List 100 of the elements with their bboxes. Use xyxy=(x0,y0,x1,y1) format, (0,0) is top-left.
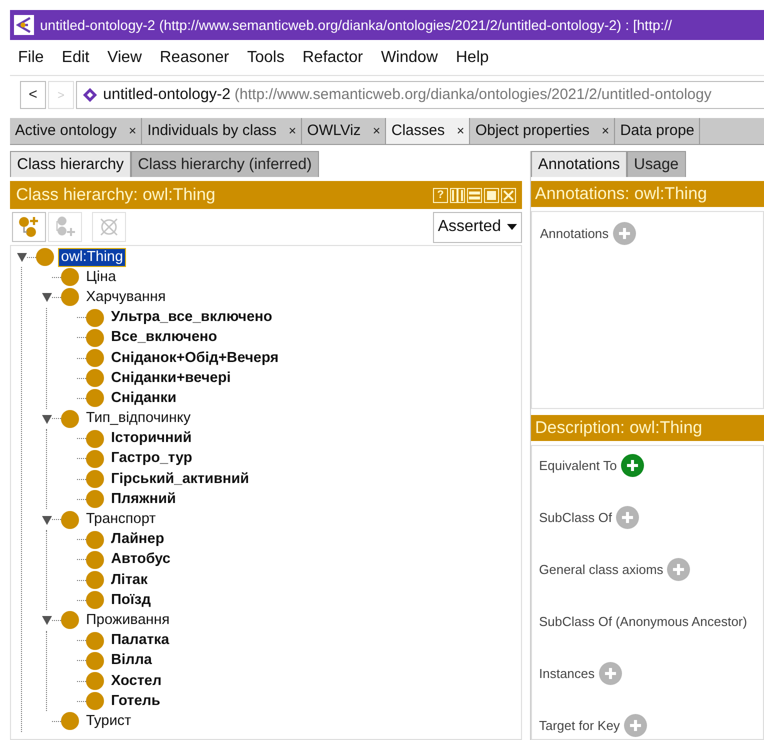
ontology-iri-field[interactable]: untitled-ontology-2 (http://www.semanticweb.org/dianka/ontologies/2021/2/untitled-ontology xyxy=(76,81,764,109)
plus-icon xyxy=(620,510,634,524)
split-icon[interactable] xyxy=(450,188,465,202)
section-label: Instances xyxy=(539,664,595,683)
class-icon xyxy=(86,591,104,610)
maximize-icon[interactable] xyxy=(484,188,499,202)
menu-item[interactable]: File xyxy=(18,46,44,70)
tree-item[interactable]: Історичний xyxy=(109,430,194,448)
class-icon xyxy=(86,450,104,468)
delete-node-icon xyxy=(98,216,120,238)
tab-close-button[interactable]: × xyxy=(288,121,296,141)
class-icon xyxy=(36,248,54,266)
expand-triangle-icon[interactable] xyxy=(42,292,52,302)
expand-triangle-icon[interactable] xyxy=(42,514,52,525)
tree-item[interactable]: Турист xyxy=(84,712,134,730)
tree-item[interactable]: Літак xyxy=(109,572,150,589)
add-button[interactable] xyxy=(598,662,622,685)
toolbar-button[interactable] xyxy=(12,212,46,242)
plus-icon xyxy=(628,718,642,732)
section-label: Target for Key xyxy=(539,716,620,735)
minimize-icon[interactable] xyxy=(467,188,482,202)
back-button[interactable]: < xyxy=(20,81,46,109)
section-label: General class axioms xyxy=(539,560,664,579)
plus-icon xyxy=(618,227,631,240)
add-button[interactable] xyxy=(616,506,639,529)
expand-triangle-icon[interactable] xyxy=(17,252,27,262)
menu-item[interactable]: Help xyxy=(456,46,489,70)
expand-triangle-icon[interactable] xyxy=(42,615,52,626)
expand-triangle-icon[interactable] xyxy=(42,414,52,424)
workspace-tab[interactable]: Classes × xyxy=(386,118,470,144)
add-button[interactable] xyxy=(620,454,644,477)
section-label: Equivalent To xyxy=(539,456,617,475)
tree-item[interactable]: Лайнер xyxy=(109,531,166,548)
tree-item[interactable]: Сніданки+вечері xyxy=(109,370,233,387)
menu-item[interactable]: Reasoner xyxy=(160,46,230,70)
tree-item[interactable]: Палатка xyxy=(109,632,172,650)
ontology-name: untitled-ontology-2 xyxy=(103,85,231,106)
tree-item[interactable]: Поїзд xyxy=(109,592,153,609)
menu-item[interactable]: Tools xyxy=(247,46,284,70)
tree-item[interactable]: Вілла xyxy=(109,652,154,670)
tree-item[interactable]: Готель xyxy=(109,692,162,710)
class-icon xyxy=(86,389,104,408)
tab-close-button[interactable]: × xyxy=(602,121,610,141)
class-icon xyxy=(86,550,104,569)
class-icon xyxy=(61,288,79,306)
tree-item[interactable]: Харчування xyxy=(84,288,168,306)
menu-item[interactable]: Window xyxy=(380,46,438,70)
tab[interactable]: Usage xyxy=(626,151,686,177)
tree-item[interactable]: Проживання xyxy=(84,612,172,629)
node-plus-icon xyxy=(54,216,76,238)
tree-item[interactable]: Транспорт xyxy=(84,511,158,528)
class-icon xyxy=(61,712,79,730)
class-icon xyxy=(86,349,104,368)
tree-item[interactable]: Все_включено xyxy=(109,329,220,346)
add-button[interactable] xyxy=(667,558,690,581)
tree-item[interactable]: Ультра_все_включено xyxy=(109,309,274,326)
view-title: Annotations: owl:Thing xyxy=(535,183,707,206)
tree-item[interactable]: Тип_відпочинку xyxy=(84,410,193,428)
logo-icon xyxy=(14,15,34,35)
class-icon xyxy=(61,410,79,428)
tree-item[interactable]: Ціна xyxy=(84,268,118,286)
tree-item[interactable]: Гастро_тур xyxy=(109,450,194,468)
caret-icon xyxy=(507,224,517,230)
menu-item[interactable]: Edit xyxy=(62,46,90,70)
tree-item[interactable]: Сніданки xyxy=(109,390,178,407)
menu-item[interactable]: Refactor xyxy=(302,46,363,70)
tree-item[interactable]: Пляжний xyxy=(109,490,178,508)
diamond-icon xyxy=(83,88,97,102)
plus-icon xyxy=(672,562,686,576)
tab-label: OWLViz xyxy=(307,120,361,141)
tab[interactable]: Class hierarchy xyxy=(10,151,131,177)
class-icon xyxy=(86,470,104,488)
class-icon xyxy=(86,328,104,347)
tab-label: Data prope xyxy=(620,120,694,141)
add-button[interactable] xyxy=(624,714,647,737)
tab[interactable]: Annotations xyxy=(531,151,627,177)
class-icon xyxy=(86,430,104,448)
plus-icon xyxy=(626,458,639,472)
tree-item[interactable]: Автобус xyxy=(109,551,172,568)
ontology-iri: (http://www.semanticweb.org/dianka/ontologies/2021/2/untitled-ontology xyxy=(234,84,712,105)
tree-item[interactable]: Сніданок+Обід+Вечеря xyxy=(109,350,281,367)
menu-item[interactable]: View xyxy=(107,46,142,70)
node-plus-icon xyxy=(18,216,40,238)
tree-item[interactable]: Гірський_активний xyxy=(109,470,252,488)
tab-label: Classes xyxy=(391,120,445,141)
add-button[interactable] xyxy=(612,222,636,246)
tree-item[interactable]: owl:Thing xyxy=(59,248,126,266)
class-icon xyxy=(86,692,104,710)
tab[interactable]: Class hierarchy (inferred) xyxy=(130,151,319,177)
section-label: SubClass Of xyxy=(539,508,612,527)
tab-label: Individuals by class xyxy=(147,120,277,141)
tab-close-button[interactable]: × xyxy=(128,121,136,141)
class-icon xyxy=(86,369,104,388)
section-label: SubClass Of (Anonymous Ancestor) xyxy=(539,612,748,631)
mode-dropdown[interactable]: Asserted xyxy=(432,212,522,242)
close-icon[interactable] xyxy=(501,188,516,202)
class-icon xyxy=(86,308,104,327)
tree-item[interactable]: Хостел xyxy=(109,672,164,690)
tab-close-button[interactable]: × xyxy=(372,121,380,141)
tab-close-button[interactable]: × xyxy=(456,121,464,141)
